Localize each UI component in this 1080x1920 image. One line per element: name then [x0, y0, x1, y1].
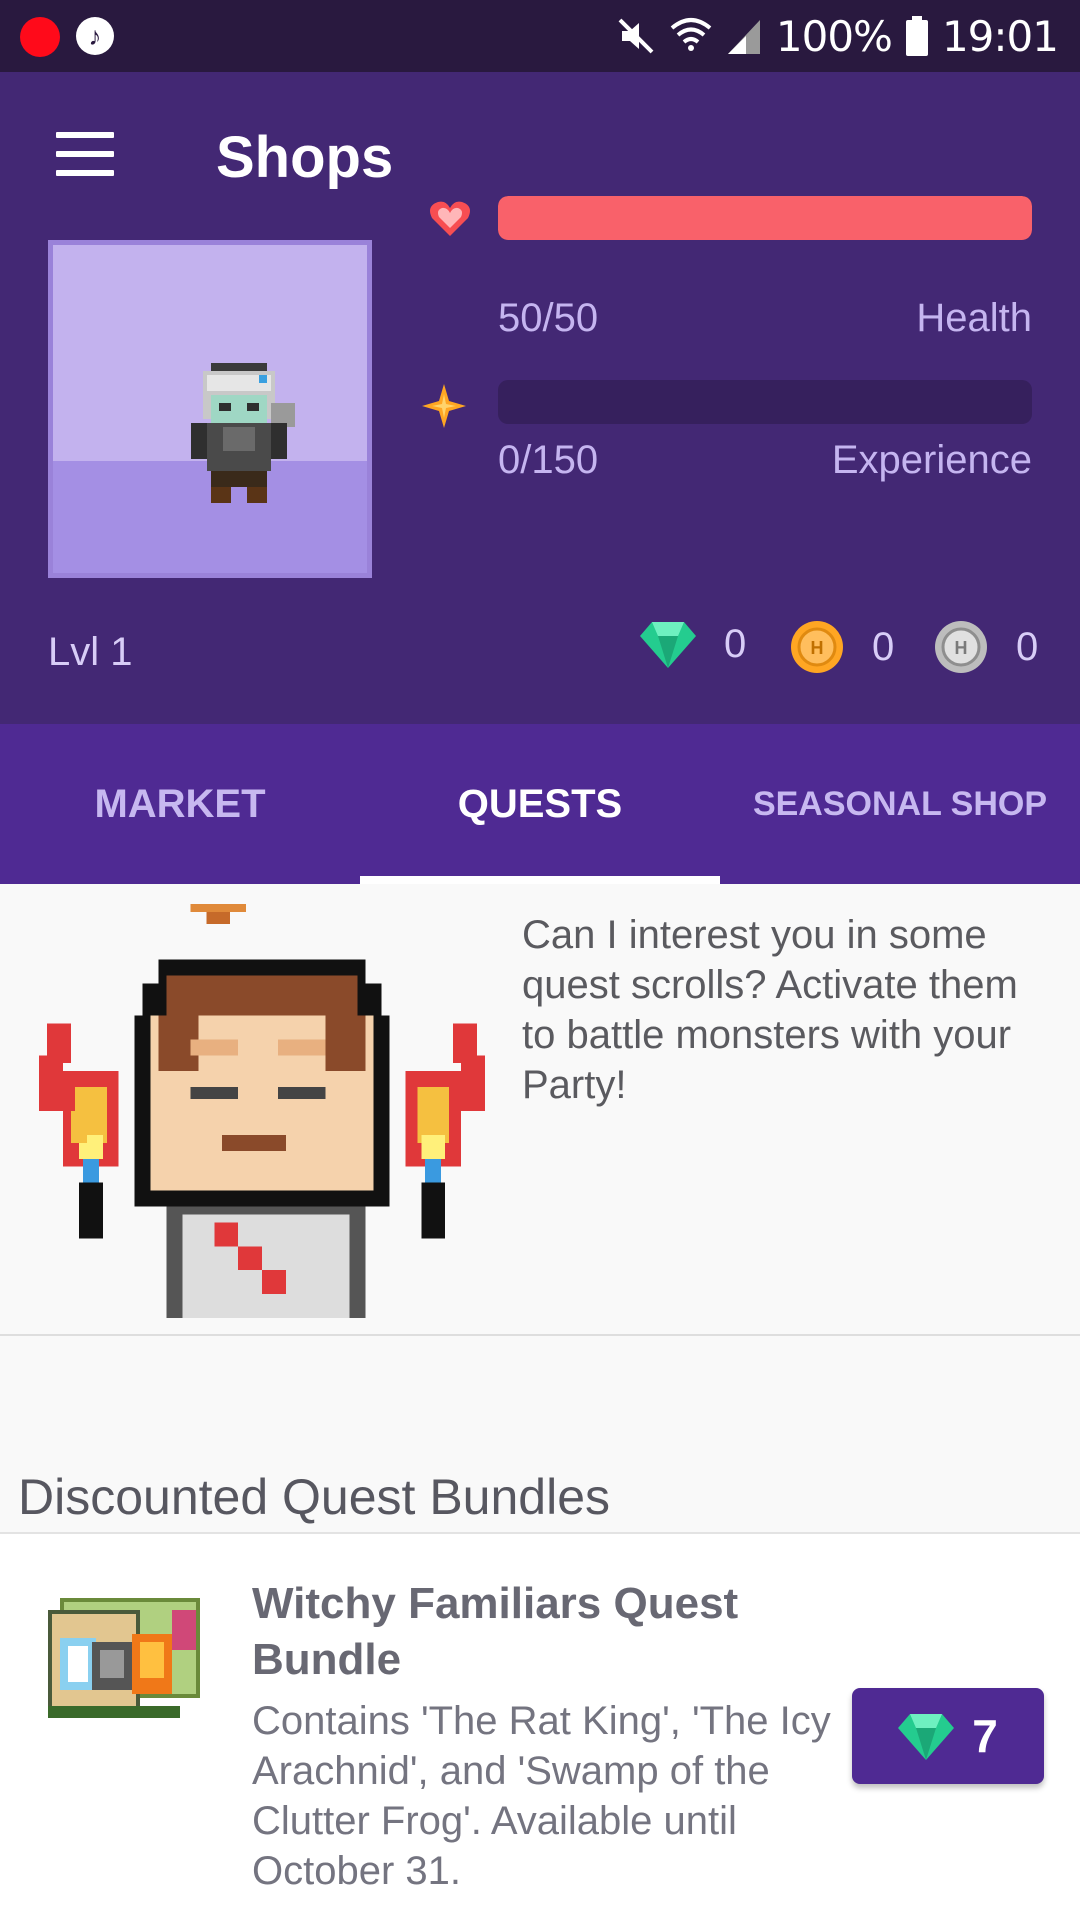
buy-button[interactable]: 7	[852, 1688, 1044, 1784]
tab-quests[interactable]: QUESTS	[360, 724, 720, 884]
page-title: Shops	[216, 125, 394, 190]
mute-icon	[618, 18, 654, 54]
health-value: 50/50	[498, 296, 599, 340]
battery-icon	[905, 16, 928, 56]
item-price: 7	[972, 1710, 998, 1762]
quest-bundle-icon	[48, 1598, 200, 1718]
hourglass-value: 0	[1016, 624, 1039, 669]
status-bar: ♪ 100% 19:01	[0, 0, 1080, 72]
avatar[interactable]	[48, 240, 372, 578]
heart-icon	[430, 201, 470, 236]
recording-icon	[20, 17, 60, 57]
level-label: Lvl 1	[48, 630, 133, 674]
signal-icon	[727, 20, 760, 54]
shopkeeper-banner: Can I interest you in some quest scrolls…	[0, 884, 1080, 1336]
gem-icon	[898, 1714, 955, 1760]
gold-coin-icon: H	[791, 621, 843, 673]
svg-text:H: H	[955, 638, 968, 658]
clock: 19:01	[941, 11, 1059, 61]
user-header: Shops 50/50 Health 0/150 Experience Lvl …	[0, 72, 1080, 724]
hourglass-icon: H	[935, 621, 987, 673]
gems-value: 0	[724, 621, 747, 666]
hourglass-counter: H 0	[934, 620, 1038, 674]
tab-seasonal-shop[interactable]: SEASONAL SHOP	[720, 724, 1080, 884]
avatar-sprite	[191, 363, 295, 503]
experience-value: 0/150	[498, 438, 599, 482]
health-label: Health	[916, 296, 1032, 340]
item-title: Witchy Familiars Quest Bundle	[252, 1579, 739, 1684]
health-bar-fill	[498, 196, 1032, 240]
wifi-icon	[670, 18, 712, 51]
shopkeeper-message: Can I interest you in some quest scrolls…	[522, 913, 1018, 1107]
status-indicators: 100% 19:01	[616, 11, 1059, 61]
gems-counter: 0	[640, 620, 746, 668]
tab-market[interactable]: MARKET	[0, 724, 360, 884]
list-item[interactable]: Witchy Familiars Quest Bundle Contains '…	[0, 1534, 1080, 1920]
menu-icon[interactable]	[56, 132, 114, 176]
music-app-icon: ♪	[76, 17, 114, 55]
experience-bar	[498, 380, 1032, 424]
item-description: Contains 'The Rat King', 'The Icy Arachn…	[252, 1699, 831, 1893]
battery-percent: 100%	[775, 11, 893, 61]
experience-label: Experience	[831, 438, 1032, 482]
shopkeeper-sprite	[39, 904, 485, 1318]
svg-text:H: H	[811, 638, 824, 658]
star-icon	[422, 384, 466, 428]
gold-counter: H 0	[790, 620, 894, 674]
shop-tabs: MARKET QUESTS SEASONAL SHOP	[0, 724, 1080, 884]
health-bar	[498, 196, 1032, 240]
gem-icon	[640, 622, 696, 668]
section-title: Discounted Quest Bundles	[18, 1469, 611, 1525]
gold-value: 0	[872, 624, 895, 669]
